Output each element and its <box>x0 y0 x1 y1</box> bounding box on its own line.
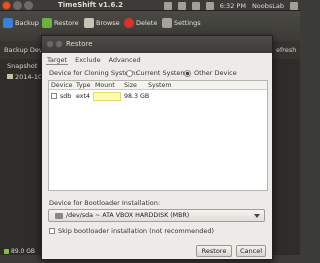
refresh-link[interactable]: efresh <box>276 46 296 54</box>
window-maximize-icon[interactable] <box>24 1 33 10</box>
harddisk-icon <box>55 212 63 219</box>
checkbox-icon[interactable] <box>49 228 55 234</box>
system-tray: 6:32 PM NoobsLab <box>163 1 298 10</box>
bootloader-label: Device for Bootloader Installation: <box>49 199 161 207</box>
tab-exclude[interactable]: Exclude <box>74 56 101 65</box>
cancel-button[interactable]: Cancel <box>236 245 266 257</box>
backup-button[interactable]: Backup <box>3 16 39 30</box>
mail-icon[interactable] <box>191 1 200 10</box>
disk-free: 89.0 GB <box>11 248 36 255</box>
radio-current-system[interactable]: Current System <box>126 69 187 77</box>
cloning-device-label: Device for Cloning System: <box>49 69 138 77</box>
radio-checked-icon[interactable] <box>184 69 191 77</box>
cell-device: sdb <box>60 93 72 100</box>
column-system[interactable]: System <box>148 82 171 89</box>
snapshot-header: Snapshot <box>7 62 38 70</box>
keyboard-icon[interactable] <box>177 1 186 10</box>
volume-icon[interactable] <box>205 1 214 10</box>
cell-type: ext4 <box>76 93 90 100</box>
dialog-tabs: Target Exclude Advanced <box>46 56 142 65</box>
tab-advanced[interactable]: Advanced <box>108 56 142 65</box>
dialog-minimize-icon[interactable] <box>55 40 63 48</box>
bootloader-select-value: /dev/sda ~ ATA VBOX HARDDISK (MBR) <box>66 212 190 219</box>
bootloader-select[interactable]: /dev/sda ~ ATA VBOX HARDDISK (MBR) <box>48 209 265 222</box>
column-type[interactable]: Type <box>76 82 90 89</box>
cell-size: 98.3 GB <box>124 93 150 100</box>
skip-bootloader-checkbox[interactable]: Skip bootloader installation (not recomm… <box>49 227 214 235</box>
app-window-title: TimeShift v1.6.2 <box>58 1 123 9</box>
restore-toolbar-button[interactable]: Restore <box>42 16 79 30</box>
radio-other-device[interactable]: Other Device <box>184 69 237 77</box>
snapshot-icon <box>7 74 13 79</box>
radio-icon[interactable] <box>126 69 133 77</box>
chevron-down-icon <box>254 214 260 218</box>
settings-icon <box>162 18 172 28</box>
folder-icon <box>84 18 94 28</box>
settings-button[interactable]: Settings <box>162 16 201 30</box>
top-panel: TimeShift v1.6.2 6:32 PM NoobsLab <box>0 0 300 11</box>
check-icon <box>42 18 52 28</box>
clock[interactable]: 6:32 PM <box>220 2 246 10</box>
gear-icon[interactable] <box>290 1 298 10</box>
cell-mount-input[interactable] <box>93 92 121 101</box>
column-device[interactable]: Device <box>51 82 73 89</box>
delete-icon <box>124 18 134 28</box>
delete-button[interactable]: Delete <box>124 16 157 30</box>
disk-status-icon <box>4 249 9 254</box>
row-checkbox[interactable] <box>51 93 57 99</box>
window-close-icon[interactable] <box>2 1 11 10</box>
column-mount[interactable]: Mount <box>95 82 115 89</box>
window-minimize-icon[interactable] <box>13 1 22 10</box>
status-bar: 89.0 GB <box>4 248 35 255</box>
tab-target[interactable]: Target <box>46 56 69 65</box>
browse-button[interactable]: Browse <box>84 16 120 30</box>
network-icon[interactable] <box>163 1 172 10</box>
dialog-titlebar: Restore <box>42 36 272 53</box>
dialog-close-icon[interactable] <box>46 40 54 48</box>
column-size[interactable]: Size <box>124 82 137 89</box>
backup-icon <box>3 18 13 28</box>
table-row[interactable]: sdb ext4 98.3 GB <box>49 92 267 101</box>
restore-button[interactable]: Restore <box>196 245 232 257</box>
user-name[interactable]: NoobsLab <box>252 2 284 10</box>
dialog-title: Restore <box>66 40 93 48</box>
